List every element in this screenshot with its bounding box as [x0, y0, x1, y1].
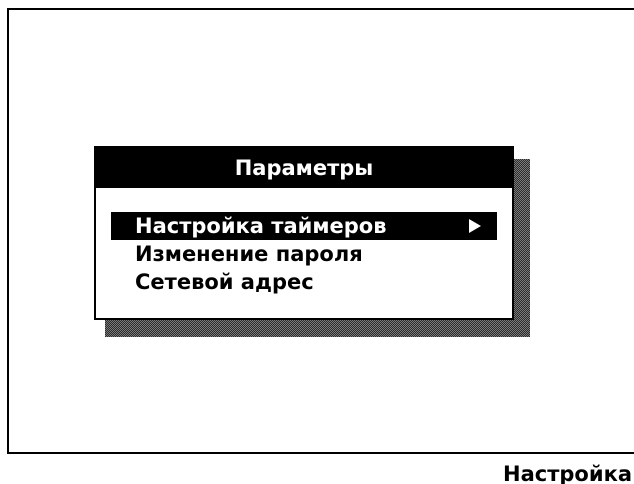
menu-title-bar: Параметры — [96, 148, 512, 188]
menu-item-change-password[interactable]: Изменение пароля — [111, 240, 497, 268]
menu-item-label: Настройка таймеров — [135, 214, 387, 238]
status-mode-label: Настройка — [503, 462, 632, 484]
menu-title: Параметры — [234, 156, 374, 180]
menu-item-network-address[interactable]: Сетевой адрес — [111, 268, 497, 296]
menu-item-label: Изменение пароля — [135, 242, 363, 266]
menu-item-label: Сетевой адрес — [135, 270, 314, 294]
parameters-menu-dialog: Параметры Настройка таймеров Изменение п… — [94, 146, 514, 320]
device-screen: Параметры Настройка таймеров Изменение п… — [0, 0, 634, 484]
menu-item-timer-settings[interactable]: Настройка таймеров — [111, 212, 497, 240]
status-bar: Настройка — [0, 454, 634, 484]
submenu-arrow-icon — [469, 219, 481, 233]
